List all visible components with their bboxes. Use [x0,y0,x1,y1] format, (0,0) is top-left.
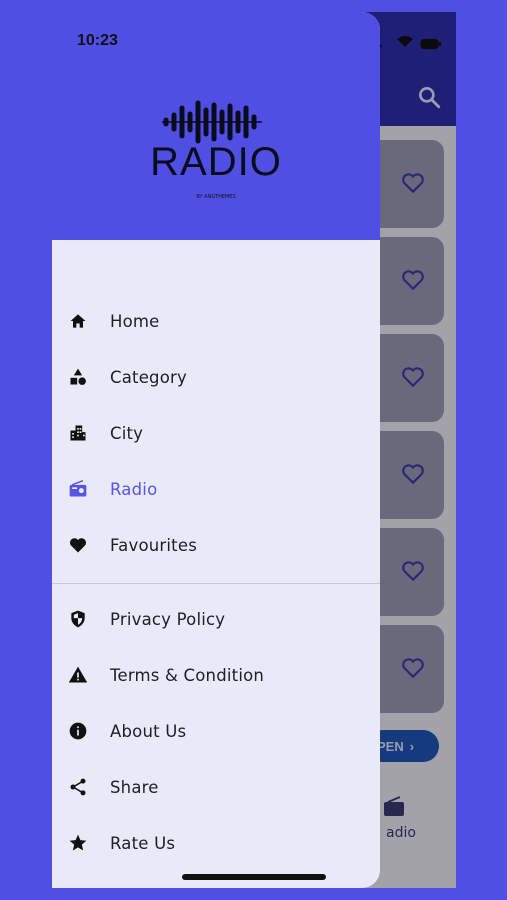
drawer-header: 10:23 RADIO BY ANGTHEMES [52,12,380,240]
menu-item-label: Category [110,367,187,387]
share-icon [68,777,88,797]
star-icon [68,833,88,853]
heart-icon [68,535,88,555]
shield-icon [68,609,88,629]
menu-item-city[interactable]: City [52,411,380,455]
info-icon [68,721,88,741]
sound-wave-logo-icon [162,100,262,144]
home-icon [68,311,88,331]
menu-item-favourites[interactable]: Favourites [52,523,380,567]
menu-item-label: Home [110,311,160,331]
menu-item-label: Radio [110,479,158,499]
logo-subtext: BY ANGTHEMES [196,194,236,200]
navigation-drawer: 10:23 RADIO BY ANGTHEMES Home Category C… [52,12,380,888]
menu-item-home[interactable]: Home [52,299,380,343]
menu-item-label: City [110,423,144,443]
logo-text: RADIO [150,140,282,184]
radio-icon [68,479,88,499]
warning-icon [68,665,88,685]
status-time: 10:23 [77,32,118,49]
menu-divider [52,583,380,584]
menu-item-share[interactable]: Share [52,765,380,809]
menu-item-label: Terms & Condition [110,665,265,685]
menu-item-privacy-policy[interactable]: Privacy Policy [52,597,380,641]
menu-item-label: Rate Us [110,833,176,853]
city-icon [68,423,88,443]
menu-item-about-us[interactable]: About Us [52,709,380,753]
menu-item-rate-us[interactable]: Rate Us [52,821,380,865]
menu-item-label: About Us [110,721,187,741]
menu-item-radio[interactable]: Radio [52,467,380,511]
menu-item-label: Favourites [110,535,197,555]
home-indicator [182,874,326,880]
menu-item-label: Privacy Policy [110,609,226,629]
menu-item-category[interactable]: Category [52,355,380,399]
category-icon [68,367,88,387]
menu-item-label: Share [110,777,159,797]
menu-item-terms[interactable]: Terms & Condition [52,653,380,697]
